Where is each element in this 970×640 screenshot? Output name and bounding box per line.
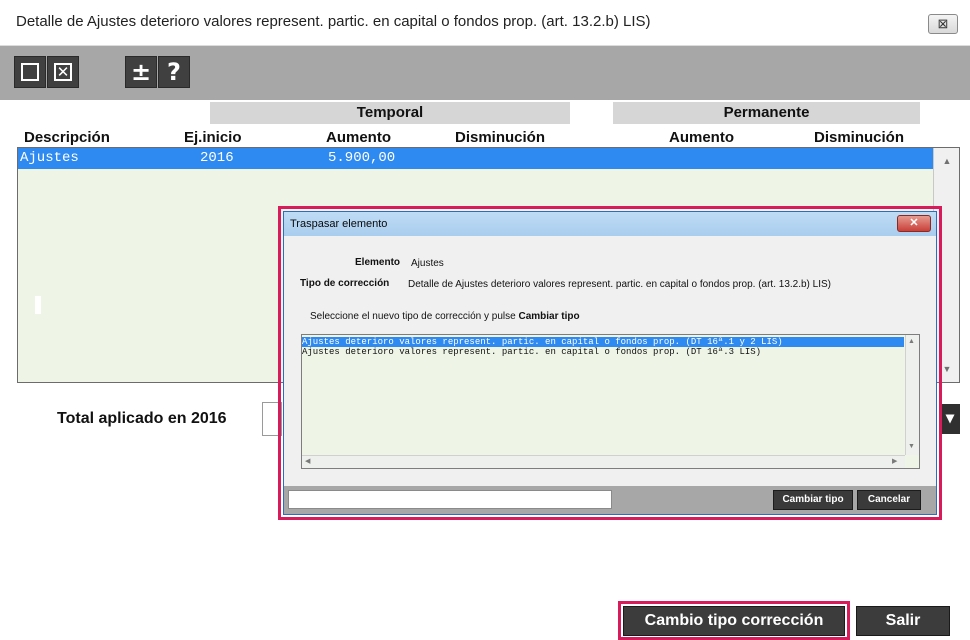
new-icon bbox=[21, 63, 39, 81]
dialog-input-field[interactable] bbox=[288, 490, 612, 509]
help-icon: ? bbox=[167, 58, 181, 86]
cancelar-button[interactable]: Cancelar bbox=[857, 490, 921, 510]
elemento-value: Ajustes bbox=[411, 258, 444, 269]
plus-minus-icon: ± bbox=[130, 58, 152, 86]
dialog-title: Traspasar elemento bbox=[290, 218, 388, 230]
list-item[interactable]: Ajustes deterioro valores represent. par… bbox=[302, 337, 904, 347]
salir-button[interactable]: Salir bbox=[856, 606, 950, 636]
close-window-button[interactable]: ⊠ bbox=[928, 14, 958, 34]
cell-ej-inicio: 2016 bbox=[200, 150, 234, 166]
scroll-down-icon[interactable]: ▼ bbox=[908, 443, 915, 450]
cell-temporal-aumento: 5.900,00 bbox=[328, 150, 396, 166]
column-header-permanente-aumento[interactable]: Aumento bbox=[669, 129, 734, 146]
group-header-temporal: Temporal bbox=[210, 102, 570, 124]
plus-minus-button[interactable]: ± bbox=[125, 56, 157, 88]
group-header-permanente: Permanente bbox=[613, 102, 920, 124]
delete-record-button[interactable]: ✕ bbox=[47, 56, 79, 88]
total-action-button[interactable]: ▾ bbox=[940, 404, 960, 434]
delete-icon: ✕ bbox=[54, 63, 72, 81]
scroll-left-icon[interactable]: ◀ bbox=[305, 457, 310, 465]
action-icon: ▾ bbox=[945, 410, 955, 427]
scroll-up-icon[interactable]: ▲ bbox=[934, 156, 960, 166]
table-row[interactable]: Ajustes 2016 5.900,00 bbox=[18, 148, 933, 169]
column-header-temporal-aumento[interactable]: Aumento bbox=[326, 129, 391, 146]
cambiar-tipo-button[interactable]: Cambiar tipo bbox=[773, 490, 853, 510]
text-cursor bbox=[35, 296, 41, 314]
column-header-permanente-disminucion[interactable]: Disminución bbox=[814, 129, 904, 146]
cambio-tipo-correccion-button[interactable]: Cambio tipo corrección bbox=[623, 606, 845, 636]
scroll-right-icon[interactable]: ▶ bbox=[892, 457, 897, 465]
column-header-descripcion[interactable]: Descripción bbox=[24, 129, 110, 146]
close-icon: ✕ bbox=[909, 217, 919, 229]
cell-descripcion: Ajustes bbox=[20, 150, 79, 166]
tipo-correccion-value: Detalle de Ajustes deterioro valores rep… bbox=[408, 279, 832, 290]
list-vertical-scrollbar[interactable]: ▲ ▼ bbox=[905, 335, 919, 455]
instruction-text: Seleccione el nuevo tipo de corrección y… bbox=[310, 311, 580, 322]
help-button[interactable]: ? bbox=[158, 56, 190, 88]
scroll-up-icon[interactable]: ▲ bbox=[908, 338, 915, 345]
list-item[interactable]: Ajustes deterioro valores represent. par… bbox=[302, 347, 904, 357]
total-label: Total aplicado en 2016 bbox=[57, 410, 227, 427]
list-horizontal-scrollbar[interactable]: ◀ ▶ bbox=[302, 455, 905, 468]
dialog-close-button[interactable]: ✕ bbox=[897, 215, 931, 232]
new-record-button[interactable] bbox=[14, 56, 46, 88]
elemento-label: Elemento bbox=[355, 257, 401, 268]
column-header-ej-inicio[interactable]: Ej.inicio bbox=[184, 129, 242, 146]
window-title: Detalle de Ajustes deterioro valores rep… bbox=[16, 13, 651, 30]
tipo-correccion-label: Tipo de corrección bbox=[300, 278, 390, 289]
column-header-temporal-disminucion[interactable]: Disminución bbox=[455, 129, 545, 146]
